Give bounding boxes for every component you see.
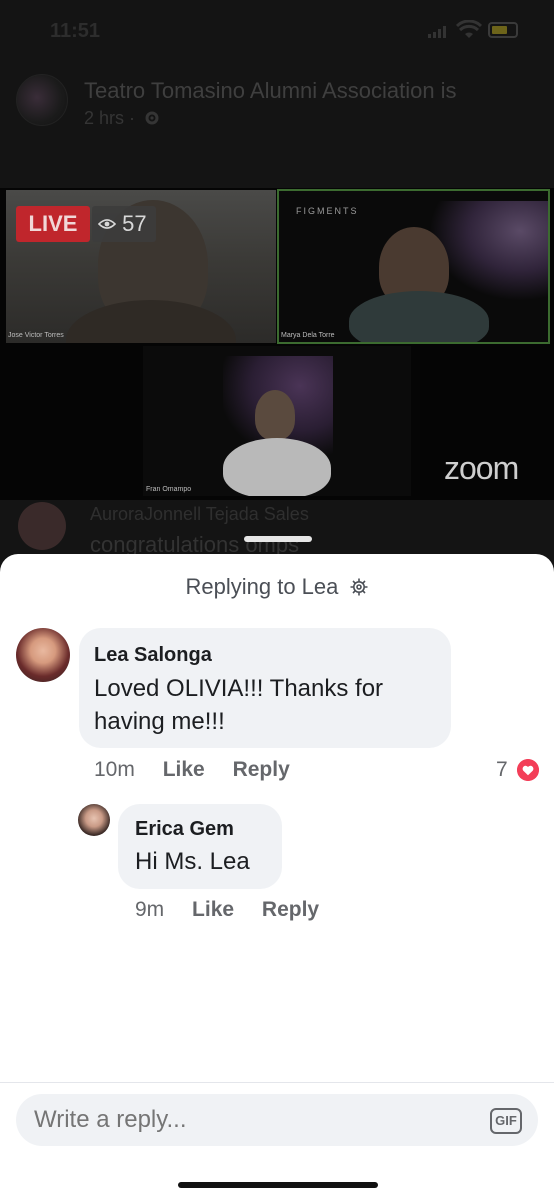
participant-name: Jose Victor Torres [8,332,64,339]
post-time: 2 hrs · [84,108,160,129]
sheet-title: Replying to Lea [0,574,554,600]
avatar[interactable] [16,628,70,682]
post-time-text: 2 hrs · [84,108,136,128]
background-comment-name: AuroraJonnell Tejada Sales [90,504,309,524]
participant-name: Fran Omampo [146,486,192,493]
home-indicator [178,1182,378,1188]
avatar[interactable] [78,804,110,836]
brand-mark: FIGMENTS [296,206,359,216]
comment-author[interactable]: Erica Gem [135,818,234,841]
signal-icon [428,26,446,38]
comment-actions: 10m Like Reply [94,758,312,782]
gear-icon[interactable] [349,577,369,597]
page-avatar[interactable] [16,74,68,126]
comment-actions: 9m Like Reply [135,898,341,922]
participant-name: Marya Dela Torre [281,332,335,339]
reply-button[interactable]: Reply [233,758,290,781]
reply-button[interactable]: Reply [262,898,319,921]
comment-bubble[interactable] [118,804,282,889]
divider [0,1082,554,1083]
status-bar: 11:51 [0,0,554,60]
sheet-grabber[interactable] [244,536,312,542]
eye-icon [98,219,116,229]
gear-icon [145,111,159,125]
viewer-count: 57 [92,206,156,242]
comment-author[interactable]: Lea Salonga [94,644,212,667]
gif-icon[interactable]: GIF [490,1108,522,1134]
status-time: 11:51 [50,20,101,42]
sheet-title-text: Replying to Lea [185,574,339,599]
comment-time: 9m [135,898,165,921]
reaction-count[interactable]: 7 [496,758,508,782]
post-title[interactable]: Teatro Tomasino Alumni Association is [84,78,457,104]
participant-tile [143,346,411,496]
comment-time: 10m [94,758,135,781]
battery-icon [488,22,518,38]
like-button[interactable]: Like [192,898,234,921]
like-button[interactable]: Like [163,758,205,781]
live-badge: LIVE [16,206,90,242]
avatar [18,502,66,550]
wifi-icon [456,20,482,38]
reply-input[interactable] [16,1094,538,1146]
comment-text: Loved OLIVIA!!! Thanks for having me!!! [94,675,384,735]
viewer-count-value: 57 [122,211,147,236]
zoom-logo: zoom [444,450,519,486]
heart-icon[interactable] [517,759,539,781]
comment-text: Hi Ms. Lea [135,848,250,875]
